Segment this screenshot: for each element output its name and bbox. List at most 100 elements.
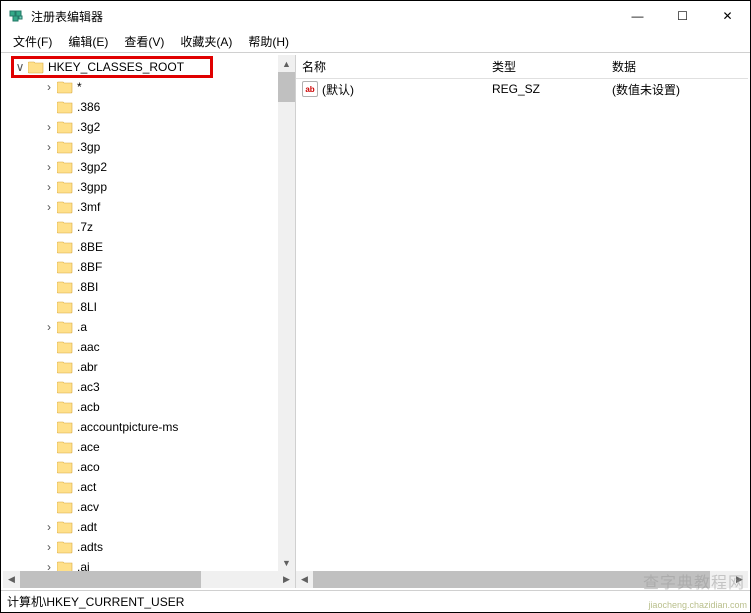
expander-icon[interactable]: ›	[43, 140, 55, 154]
folder-icon	[57, 360, 73, 374]
tree-body[interactable]: ∨HKEY_CLASSES_ROOT›*.386›.3g2›.3gp›.3gp2…	[3, 55, 295, 571]
tree-node[interactable]: › .3g2	[3, 117, 295, 137]
folder-icon	[57, 540, 73, 554]
tree-node[interactable]: .aco	[3, 457, 295, 477]
scroll-right-icon[interactable]: ▶	[278, 571, 295, 588]
folder-icon	[57, 480, 73, 494]
watermark-url: jiaocheng.chazidian.com	[648, 600, 747, 610]
tree-node[interactable]: › .ai	[3, 557, 295, 571]
folder-icon	[57, 440, 73, 454]
expander-icon[interactable]: ›	[43, 560, 55, 571]
tree-node[interactable]: .386	[3, 97, 295, 117]
tree-node[interactable]: › .3mf	[3, 197, 295, 217]
status-path: 计算机\HKEY_CURRENT_USER	[7, 593, 184, 610]
tree-node-label: .aco	[77, 460, 100, 474]
tree-node[interactable]: .8BF	[3, 257, 295, 277]
column-header-data[interactable]: 数据	[606, 58, 748, 75]
list-pane: 名称 类型 数据 ab(默认)REG_SZ(数值未设置) ◀ ▶	[296, 55, 748, 588]
tree-node[interactable]: .act	[3, 477, 295, 497]
minimize-button[interactable]: —	[615, 1, 660, 31]
folder-icon	[57, 260, 73, 274]
tree-node[interactable]: .ace	[3, 437, 295, 457]
tree-node-label: .acb	[77, 400, 100, 414]
window-title: 注册表编辑器	[31, 8, 615, 25]
tree-node[interactable]: .accountpicture-ms	[3, 417, 295, 437]
tree-node[interactable]: ›.adts	[3, 537, 295, 557]
scroll-left-icon[interactable]: ◀	[3, 571, 20, 588]
expander-icon[interactable]: ∨	[14, 60, 26, 74]
scroll-thumb[interactable]	[278, 72, 295, 102]
tree-node[interactable]: › .3gp2	[3, 157, 295, 177]
tree-node-label: .8BF	[77, 260, 102, 274]
value-name: (默认)	[322, 81, 354, 98]
menu-view[interactable]: 查看(V)	[116, 31, 172, 52]
expander-icon[interactable]: ›	[43, 200, 55, 214]
maximize-button[interactable]: ☐	[660, 1, 705, 31]
tree-node[interactable]: .8BI	[3, 277, 295, 297]
tree-node-label: .ace	[77, 440, 100, 454]
titlebar: 注册表编辑器 — ☐ ✕	[1, 1, 750, 31]
folder-icon	[57, 400, 73, 414]
watermark-text: 查字典教程网	[643, 569, 745, 593]
tree-node-label: .3mf	[77, 200, 100, 214]
column-header-type[interactable]: 类型	[486, 58, 606, 75]
tree-node-label: .acv	[77, 500, 99, 514]
tree-pane: ∨HKEY_CLASSES_ROOT›*.386›.3g2›.3gp›.3gp2…	[3, 55, 296, 588]
tree-node-label: .8BI	[77, 280, 98, 294]
folder-icon	[57, 200, 73, 214]
tree-node-label: .3gp2	[77, 160, 107, 174]
tree-node[interactable]: › .adt	[3, 517, 295, 537]
tree-node-label: .3gp	[77, 140, 100, 154]
tree-node[interactable]: .8LI	[3, 297, 295, 317]
folder-icon	[57, 320, 73, 334]
scroll-down-icon[interactable]: ▼	[278, 554, 295, 571]
menu-favorites[interactable]: 收藏夹(A)	[172, 31, 240, 52]
tree-node[interactable]: .abr	[3, 357, 295, 377]
tree-node[interactable]: .acb	[3, 397, 295, 417]
menu-edit[interactable]: 编辑(E)	[60, 31, 116, 52]
tree-node[interactable]: ›*	[3, 77, 295, 97]
tree-node-label: .ai	[77, 560, 90, 571]
tree-node-label: *	[77, 80, 82, 94]
expander-icon[interactable]: ›	[43, 80, 55, 94]
tree-node-label: .adt	[77, 520, 97, 534]
string-value-icon: ab	[302, 81, 318, 97]
tree-node[interactable]: › .3gp	[3, 137, 295, 157]
statusbar: 计算机\HKEY_CURRENT_USER	[1, 590, 750, 612]
tree-vertical-scrollbar[interactable]: ▲ ▼	[278, 55, 295, 571]
expander-icon[interactable]: ›	[43, 520, 55, 534]
tree-root-row[interactable]: ∨ HKEY_CLASSES_ROOT	[3, 57, 295, 77]
tree-node[interactable]: .aac	[3, 337, 295, 357]
expander-icon[interactable]: ›	[43, 540, 55, 554]
tree-node-label: HKEY_CLASSES_ROOT	[48, 60, 184, 74]
menu-file[interactable]: 文件(F)	[5, 31, 60, 52]
tree-horizontal-scrollbar[interactable]: ◀ ▶	[3, 571, 295, 588]
close-button[interactable]: ✕	[705, 1, 750, 31]
folder-icon	[57, 100, 73, 114]
tree-node[interactable]: .8BE	[3, 237, 295, 257]
expander-icon[interactable]: ›	[43, 120, 55, 134]
tree-node-label: .3g2	[77, 120, 100, 134]
tree-node-label: .a	[77, 320, 87, 334]
tree-node[interactable]: .acv	[3, 497, 295, 517]
scroll-thumb[interactable]	[20, 571, 201, 588]
tree-node[interactable]: .ac3	[3, 377, 295, 397]
content-area: ∨HKEY_CLASSES_ROOT›*.386›.3g2›.3gp›.3gp2…	[1, 53, 750, 590]
folder-icon	[57, 280, 73, 294]
tree-node[interactable]: ›.3gpp	[3, 177, 295, 197]
folder-icon	[57, 180, 73, 194]
expander-icon[interactable]: ›	[43, 180, 55, 194]
folder-icon	[57, 560, 73, 571]
expander-icon[interactable]: ›	[43, 160, 55, 174]
folder-icon	[57, 460, 73, 474]
tree-node[interactable]: › .a	[3, 317, 295, 337]
scroll-up-icon[interactable]: ▲	[278, 55, 295, 72]
scroll-left-icon[interactable]: ◀	[296, 571, 313, 588]
expander-icon[interactable]: ›	[43, 320, 55, 334]
list-body[interactable]: ab(默认)REG_SZ(数值未设置)	[296, 79, 748, 571]
tree-node[interactable]: .7z	[3, 217, 295, 237]
column-header-name[interactable]: 名称	[296, 58, 486, 75]
tree-node-label: .accountpicture-ms	[77, 420, 178, 434]
menu-help[interactable]: 帮助(H)	[240, 31, 297, 52]
value-row[interactable]: ab(默认)REG_SZ(数值未设置)	[296, 79, 748, 99]
